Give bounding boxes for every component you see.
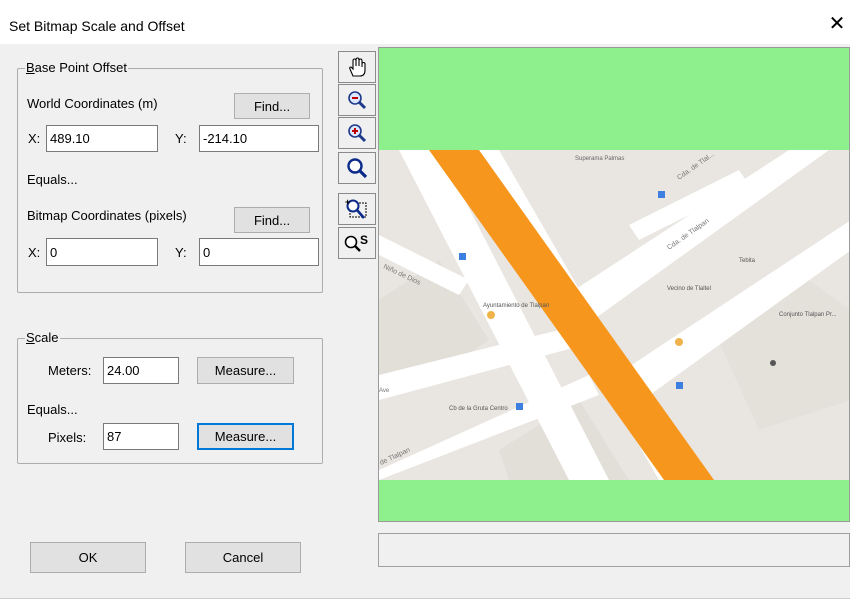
bitmap-y-field[interactable] (199, 238, 319, 266)
map-label-shop-3: Conjunto Tlalpan Pr... (779, 312, 837, 318)
map-label-poi-left: Ayuntamiento de Tlalpan (483, 303, 549, 309)
map-marker (770, 360, 776, 366)
scale-equals-label: Equals... (27, 402, 78, 417)
meters-field[interactable] (103, 357, 179, 384)
hand-pan-icon (349, 57, 366, 77)
status-strip (378, 533, 850, 567)
map-marker (675, 338, 683, 346)
zoom-window-icon: + (345, 197, 367, 219)
cancel-button[interactable]: Cancel (185, 542, 301, 573)
world-x-field[interactable] (46, 125, 158, 152)
pixels-field[interactable] (103, 423, 179, 450)
measure-pixels-button[interactable]: Measure... (197, 423, 294, 450)
map-bitmap-image: Superama Palmas Cda. de Tlal... Cda. de … (379, 150, 849, 480)
zoom-scale-tool[interactable]: S (338, 227, 376, 259)
map-label-poi-bottom: Cb de la Gruta Centro (449, 406, 508, 412)
zoom-window-tool[interactable]: + (338, 193, 376, 225)
zoom-fit-tool[interactable] (338, 152, 376, 184)
scale-mnemonic: S (26, 330, 35, 345)
world-y-label: Y: (175, 131, 187, 146)
map-label-shop-1: Tebita (739, 258, 756, 264)
zoom-scale-letter: S (360, 233, 368, 247)
bitmap-preview-area[interactable]: Superama Palmas Cda. de Tlal... Cda. de … (378, 47, 850, 522)
zoom-scale-icon: S (344, 233, 368, 252)
measure-meters-button[interactable]: Measure... (197, 357, 294, 384)
pixels-label: Pixels: (48, 430, 87, 445)
close-icon[interactable]: ✕ (826, 12, 848, 36)
scale-legend-rest: cale (34, 330, 59, 345)
window-title: Set Bitmap Scale and Offset (9, 18, 185, 34)
map-label-street-far-left: Ave (379, 388, 390, 394)
bitmap-y-label: Y: (175, 245, 187, 260)
ok-button[interactable]: OK (30, 542, 146, 573)
zoom-in-tool[interactable] (338, 117, 376, 149)
world-x-label: X: (28, 131, 41, 146)
svg-text:+: + (345, 197, 350, 207)
world-y-field[interactable] (199, 125, 319, 152)
map-marker (658, 191, 665, 198)
map-marker (516, 403, 523, 410)
map-marker (459, 253, 466, 260)
equals-label: Equals... (27, 172, 78, 187)
hand-pan-tool[interactable] (338, 51, 376, 83)
map-marker (487, 311, 495, 319)
legend-rest: ase Point Offset (34, 60, 127, 75)
bitmap-coordinates-label: Bitmap Coordinates (pixels) (27, 208, 187, 223)
base-point-offset-legend: Base Point Offset (25, 61, 128, 75)
map-marker (676, 382, 683, 389)
zoom-in-icon (348, 124, 367, 143)
zoom-out-tool[interactable] (338, 84, 376, 116)
bitmap-x-label: X: (28, 245, 41, 260)
bitmap-x-field[interactable] (46, 238, 158, 266)
world-coordinates-label: World Coordinates (m) (27, 96, 158, 111)
zoom-out-icon (348, 91, 367, 110)
world-find-button[interactable]: Find... (234, 93, 310, 119)
legend-mnemonic: B (26, 60, 35, 75)
map-label-shop-2: Vecino de Tlaltel (667, 286, 711, 292)
map-label-poi-top: Superama Palmas (575, 156, 624, 162)
bitmap-find-button[interactable]: Find... (234, 207, 310, 233)
meters-label: Meters: (48, 363, 92, 378)
zoom-fit-icon (347, 158, 368, 179)
scale-legend: Scale (25, 331, 60, 345)
